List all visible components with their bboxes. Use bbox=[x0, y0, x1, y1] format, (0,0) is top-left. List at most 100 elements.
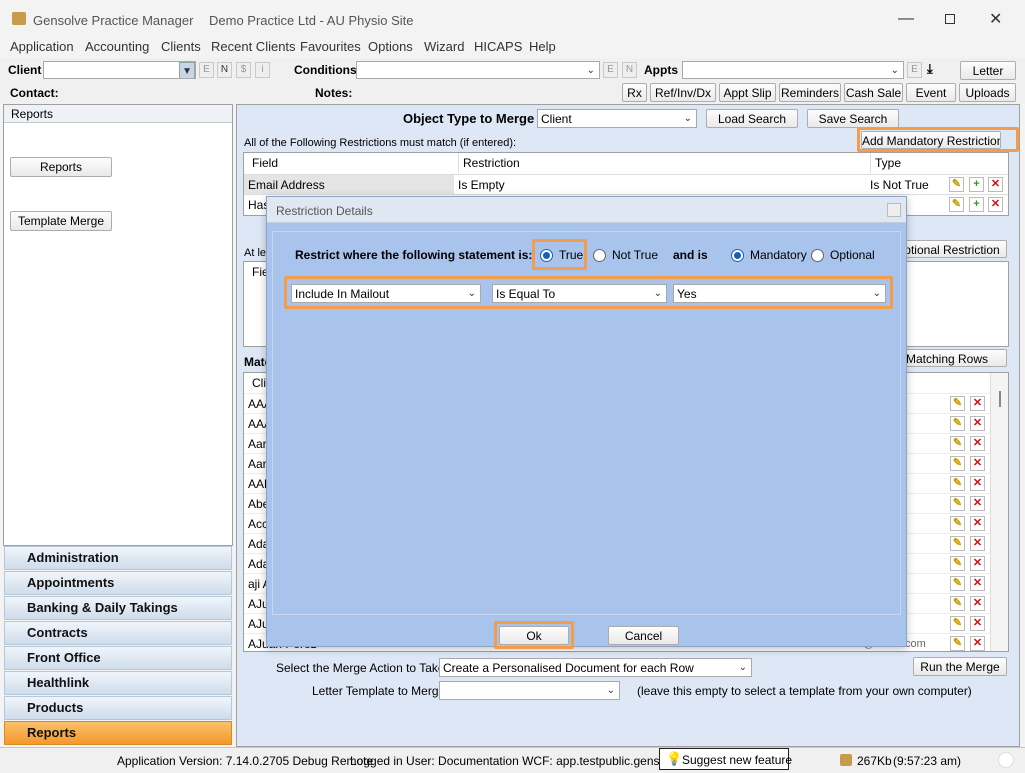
download-icon[interactable]: ⤓ bbox=[927, 61, 933, 77]
ref-inv-dx-button[interactable]: Ref/Inv/Dx bbox=[650, 83, 716, 102]
scrollbar[interactable] bbox=[990, 373, 1008, 651]
edit-pencil-icon[interactable]: ✎ bbox=[949, 197, 964, 212]
load-search-button[interactable]: Load Search bbox=[706, 109, 798, 128]
edit-pencil-icon[interactable]: ✎ bbox=[950, 536, 965, 551]
edit-pencil-icon[interactable]: ✎ bbox=[950, 476, 965, 491]
nav-healthlink[interactable]: Healthlink bbox=[4, 671, 232, 695]
edit-pencil-icon[interactable]: ✎ bbox=[950, 416, 965, 431]
client-info-button[interactable]: i bbox=[255, 62, 270, 78]
delete-x-icon[interactable]: ✕ bbox=[988, 177, 1003, 192]
add-optional-restriction-button[interactable]: ptional Restriction bbox=[897, 240, 1007, 258]
template-merge-button[interactable]: Template Merge bbox=[10, 211, 112, 231]
dialog-title: Restriction Details bbox=[276, 204, 373, 218]
value-select[interactable]: Yes ⌄ bbox=[673, 284, 886, 303]
delete-x-icon[interactable]: ✕ bbox=[970, 456, 985, 471]
nav-products[interactable]: Products bbox=[4, 696, 232, 720]
edit-pencil-icon[interactable]: ✎ bbox=[949, 177, 964, 192]
delete-x-icon[interactable]: ✕ bbox=[970, 596, 985, 611]
edit-pencil-icon[interactable]: ✎ bbox=[950, 596, 965, 611]
maximize-icon[interactable] bbox=[945, 14, 955, 24]
delete-x-icon[interactable]: ✕ bbox=[970, 476, 985, 491]
appts-select[interactable]: ⌄ bbox=[682, 61, 904, 79]
event-button[interactable]: Event bbox=[906, 83, 956, 102]
rx-button[interactable]: Rx bbox=[622, 83, 647, 102]
cash-sale-button[interactable]: Cash Sale bbox=[844, 83, 903, 102]
client-dollar-button[interactable]: $ bbox=[236, 62, 251, 78]
reports-button[interactable]: Reports bbox=[10, 157, 112, 177]
edit-pencil-icon[interactable]: ✎ bbox=[950, 616, 965, 631]
edit-pencil-icon[interactable]: ✎ bbox=[950, 516, 965, 531]
menu-accounting[interactable]: Accounting bbox=[85, 39, 149, 54]
conditions-n-button[interactable]: N bbox=[622, 62, 637, 78]
appt-slip-button[interactable]: Appt Slip bbox=[719, 83, 776, 102]
menu-favourites[interactable]: Favourites bbox=[300, 39, 361, 54]
menu-options[interactable]: Options bbox=[368, 39, 413, 54]
delete-x-icon[interactable]: ✕ bbox=[970, 496, 985, 511]
add-mandatory-restriction-button[interactable]: Add Mandatory Restriction bbox=[861, 131, 1001, 149]
optional-radio[interactable] bbox=[811, 249, 824, 262]
delete-x-icon[interactable]: ✕ bbox=[970, 616, 985, 631]
menu-wizard[interactable]: Wizard bbox=[424, 39, 464, 54]
menu-help[interactable]: Help bbox=[529, 39, 556, 54]
client-select[interactable]: ▼ bbox=[43, 61, 196, 79]
add-plus-icon[interactable]: + bbox=[969, 177, 984, 192]
ok-button[interactable]: Ok bbox=[499, 626, 569, 645]
merge-action-select[interactable]: Create a Personalised Document for each … bbox=[439, 658, 752, 677]
suggest-feature-button[interactable]: 💡 Suggest new feature bbox=[659, 748, 792, 770]
nav-banking[interactable]: Banking & Daily Takings bbox=[4, 596, 232, 620]
dialog-close-icon[interactable] bbox=[887, 203, 901, 217]
menu-application[interactable]: Application bbox=[10, 39, 74, 54]
table-row[interactable]: Email Address Is Empty Is Not True ✎ + ✕ bbox=[244, 174, 1008, 195]
edit-pencil-icon[interactable]: ✎ bbox=[950, 436, 965, 451]
add-plus-icon[interactable]: + bbox=[969, 197, 984, 212]
field-select[interactable]: Include In Mailout ⌄ bbox=[291, 284, 481, 303]
nav-front-office[interactable]: Front Office bbox=[4, 646, 232, 670]
and-is-label: and is bbox=[673, 248, 708, 262]
minimize-icon[interactable]: — bbox=[898, 10, 914, 28]
nav-appointments[interactable]: Appointments bbox=[4, 571, 232, 595]
close-icon[interactable]: ✕ bbox=[989, 9, 1002, 29]
appts-e-button[interactable]: E bbox=[907, 62, 922, 78]
cancel-button[interactable]: Cancel bbox=[608, 626, 679, 645]
conditions-select[interactable]: ⌄ bbox=[356, 61, 600, 79]
operator-select[interactable]: Is Equal To ⌄ bbox=[492, 284, 667, 303]
menu-hicaps[interactable]: HICAPS bbox=[474, 39, 522, 54]
conditions-e-button[interactable]: E bbox=[603, 62, 618, 78]
nav-contracts[interactable]: Contracts bbox=[4, 621, 232, 645]
client-n-button[interactable]: N bbox=[217, 62, 232, 78]
delete-x-icon[interactable]: ✕ bbox=[970, 516, 985, 531]
delete-x-icon[interactable]: ✕ bbox=[970, 556, 985, 571]
menu-clients[interactable]: Clients bbox=[161, 39, 201, 54]
lightbulb-icon: 💡 bbox=[666, 751, 683, 766]
save-search-button[interactable]: Save Search bbox=[807, 109, 899, 128]
delete-x-icon[interactable]: ✕ bbox=[970, 636, 985, 651]
edit-pencil-icon[interactable]: ✎ bbox=[950, 396, 965, 411]
edit-pencil-icon[interactable]: ✎ bbox=[950, 496, 965, 511]
not-true-radio[interactable] bbox=[593, 249, 606, 262]
nav-administration[interactable]: Administration bbox=[4, 546, 232, 570]
nav-reports[interactable]: Reports bbox=[4, 721, 232, 745]
edit-pencil-icon[interactable]: ✎ bbox=[950, 636, 965, 651]
object-type-select[interactable]: Client ⌄ bbox=[537, 109, 697, 128]
edit-pencil-icon[interactable]: ✎ bbox=[950, 576, 965, 591]
client-e-button[interactable]: E bbox=[199, 62, 214, 78]
optional-label: Optional bbox=[830, 248, 875, 262]
delete-x-icon[interactable]: ✕ bbox=[988, 197, 1003, 212]
left-panel-title: Reports bbox=[11, 107, 54, 121]
delete-x-icon[interactable]: ✕ bbox=[970, 576, 985, 591]
delete-x-icon[interactable]: ✕ bbox=[970, 436, 985, 451]
menu-recent-clients[interactable]: Recent Clients bbox=[211, 39, 296, 54]
edit-pencil-icon[interactable]: ✎ bbox=[950, 556, 965, 571]
scrollbar-thumb[interactable] bbox=[999, 391, 1001, 407]
letter-button[interactable]: Letter bbox=[960, 61, 1016, 80]
reminders-button[interactable]: Reminders bbox=[779, 83, 841, 102]
uploads-button[interactable]: Uploads bbox=[959, 83, 1016, 102]
delete-x-icon[interactable]: ✕ bbox=[970, 416, 985, 431]
letter-template-select[interactable]: ⌄ bbox=[439, 681, 620, 700]
delete-x-icon[interactable]: ✕ bbox=[970, 536, 985, 551]
run-merge-button[interactable]: Run the Merge bbox=[913, 657, 1007, 676]
mandatory-radio[interactable] bbox=[731, 249, 744, 262]
true-radio[interactable] bbox=[540, 249, 553, 262]
delete-x-icon[interactable]: ✕ bbox=[970, 396, 985, 411]
edit-pencil-icon[interactable]: ✎ bbox=[950, 456, 965, 471]
